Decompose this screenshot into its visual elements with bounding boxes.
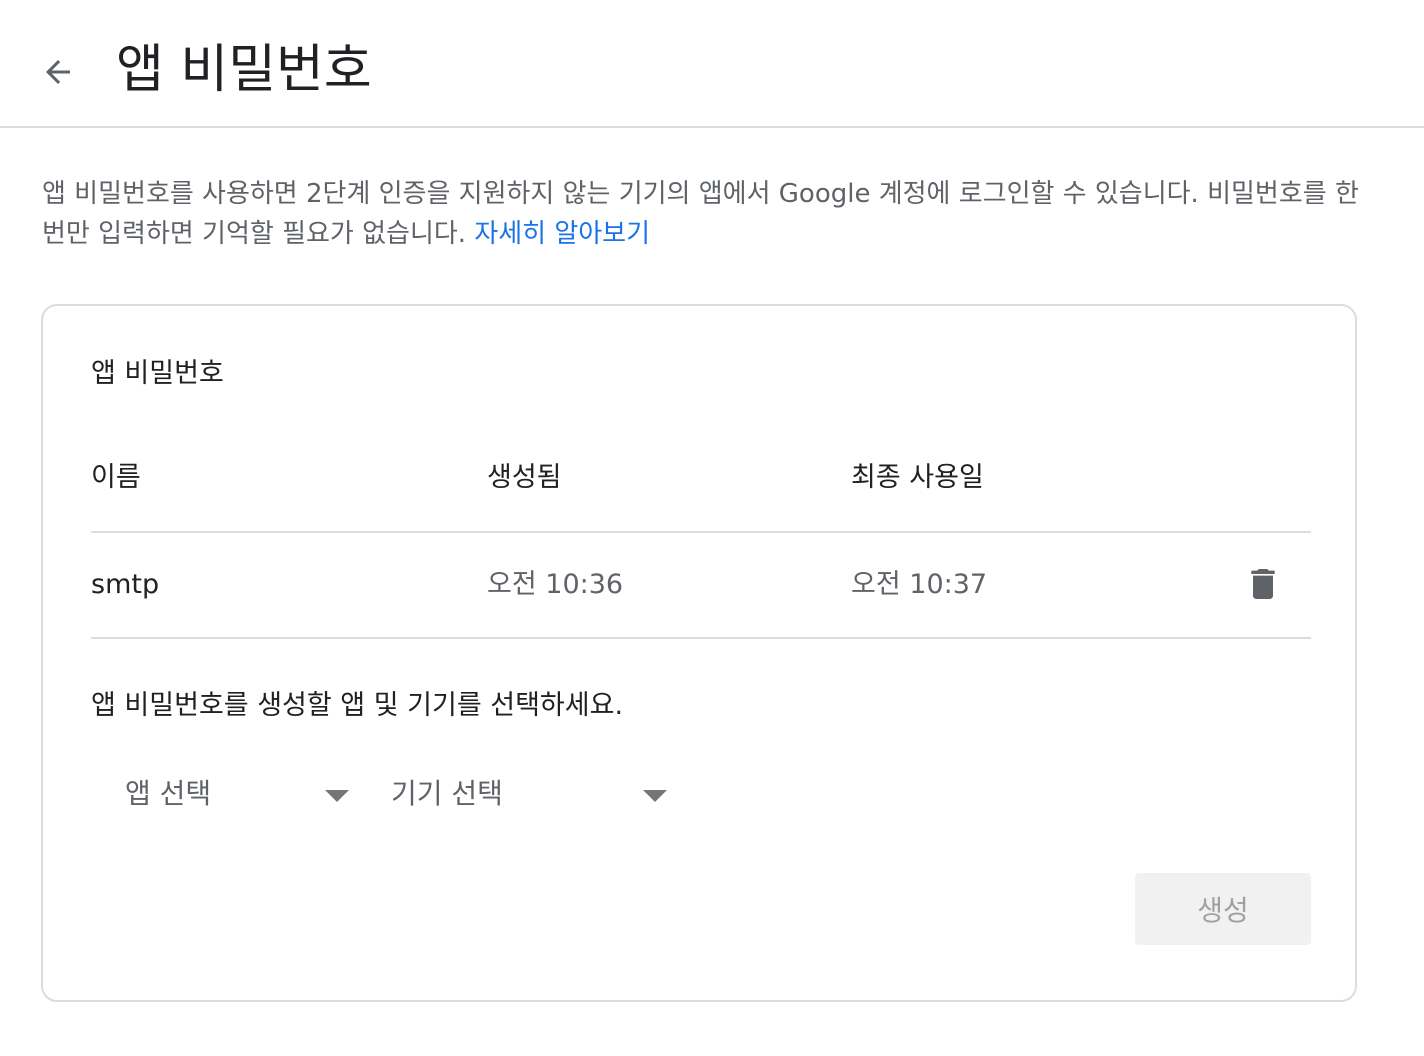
row-last-used: 오전 10:37: [851, 569, 988, 600]
device-select-dropdown[interactable]: 기기 선택: [391, 770, 671, 820]
column-header-last-used: 최종 사용일: [851, 462, 984, 493]
dropdown-arrow-icon: [643, 790, 667, 802]
row-name: smtp: [91, 569, 160, 600]
page-title: 앱 비밀번호: [116, 40, 372, 100]
row-created: 오전 10:36: [487, 569, 624, 600]
table-row-divider: [91, 637, 1311, 639]
app-select-dropdown[interactable]: 앱 선택: [125, 770, 355, 820]
back-button[interactable]: [28, 44, 88, 100]
delete-button[interactable]: [1239, 560, 1287, 608]
dropdown-arrow-icon: [325, 790, 349, 802]
intro-description: 앱 비밀번호를 사용하면 2단계 인증을 지원하지 않는 기기의 앱에서 Goo…: [42, 174, 1372, 254]
column-header-name: 이름: [91, 462, 141, 493]
learn-more-link[interactable]: 자세히 알아보기: [474, 219, 650, 249]
page-header: 앱 비밀번호: [0, 0, 1424, 128]
arrow-back-icon: [46, 60, 70, 84]
intro-text: 앱 비밀번호를 사용하면 2단계 인증을 지원하지 않는 기기의 앱에서 Goo…: [42, 179, 1359, 249]
app-passwords-page: 앱 비밀번호 앱 비밀번호를 사용하면 2단계 인증을 지원하지 않는 기기의 …: [0, 0, 1424, 1056]
generate-button[interactable]: 생성: [1135, 873, 1311, 945]
card-title: 앱 비밀번호: [91, 358, 224, 389]
trash-icon: [1251, 569, 1275, 599]
app-select-label: 앱 선택: [125, 777, 212, 810]
table-header-divider: [91, 531, 1311, 533]
device-select-label: 기기 선택: [391, 777, 503, 810]
column-header-created: 생성됨: [487, 462, 562, 493]
select-prompt: 앱 비밀번호를 생성할 앱 및 기기를 선택하세요.: [91, 690, 624, 721]
app-passwords-card: 앱 비밀번호 이름 생성됨 최종 사용일 smtp 오전 10:36 오전 10…: [41, 304, 1357, 1002]
